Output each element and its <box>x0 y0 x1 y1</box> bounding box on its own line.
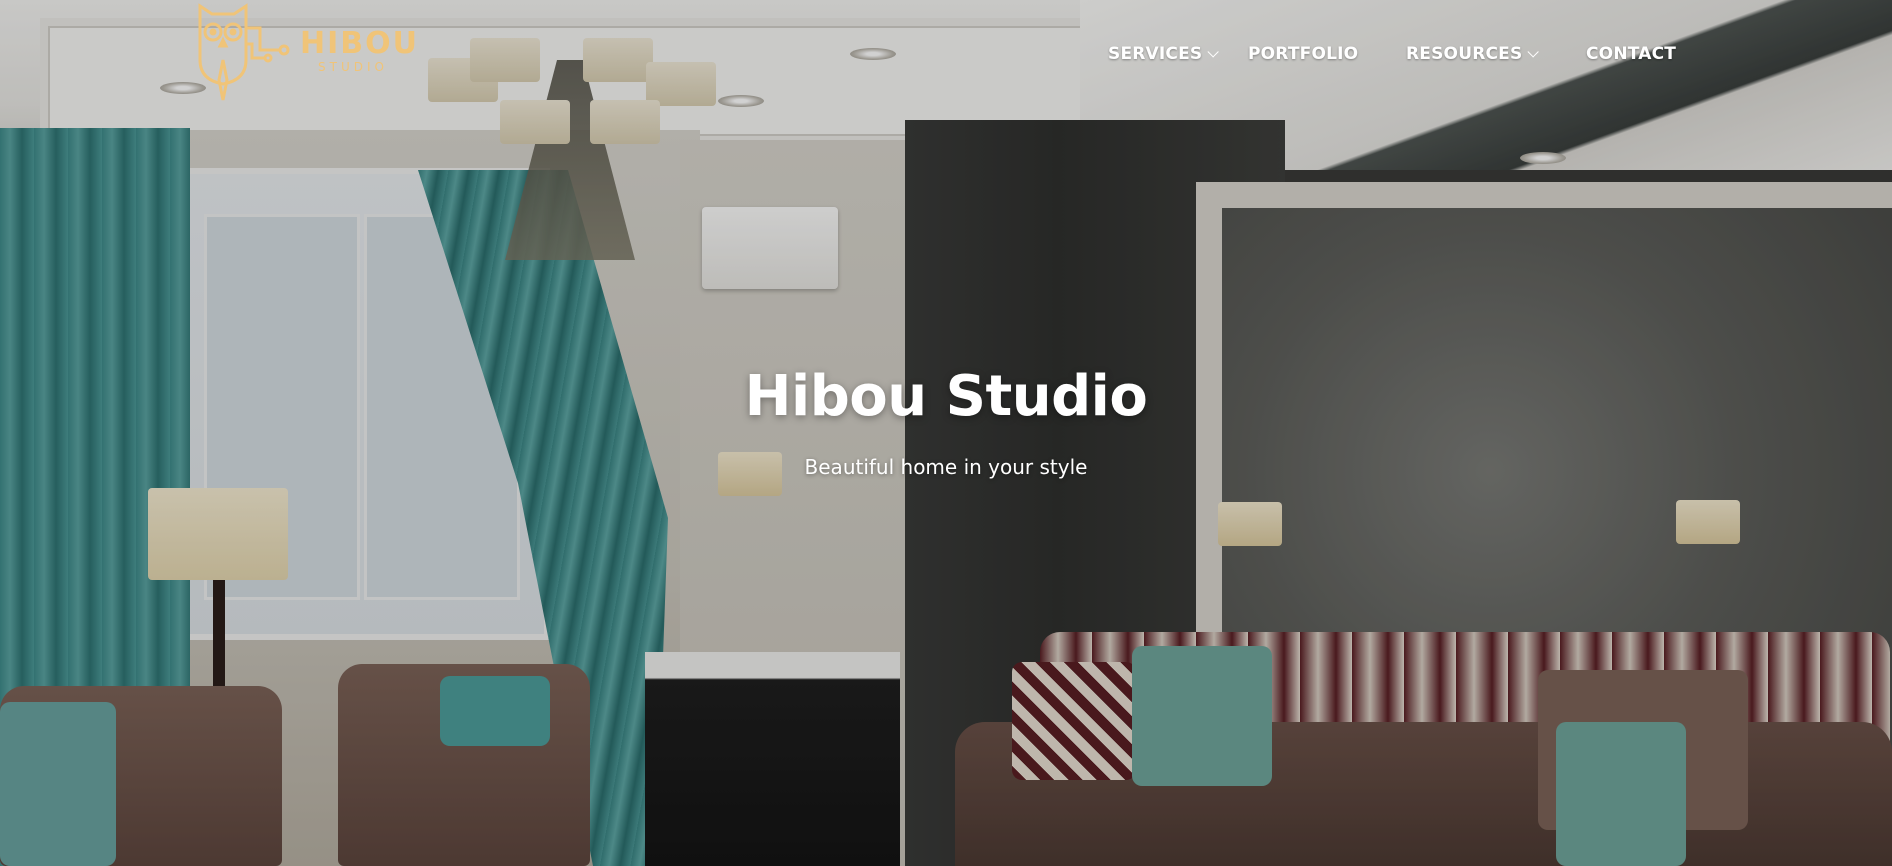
nav-resources[interactable]: RESOURCES <box>1406 44 1586 64</box>
nav-portfolio[interactable]: PORTFOLIO <box>1248 44 1406 64</box>
hero-section: HIBOU STUDIO SERVICES PORTFOLIO RESOURCE… <box>0 0 1892 866</box>
hero-dark-overlay <box>0 0 1892 866</box>
nav-services[interactable]: SERVICES <box>1108 44 1248 64</box>
nav-contact[interactable]: CONTACT <box>1586 44 1686 64</box>
owl-icon <box>198 3 290 101</box>
hero-subtitle: Beautiful home in your style <box>804 455 1088 479</box>
brand-tagline: STUDIO <box>318 60 388 74</box>
chevron-down-icon <box>1207 46 1220 58</box>
brand-name: HIBOU <box>300 26 419 61</box>
nav-contact-label: CONTACT <box>1586 44 1677 64</box>
nav-services-label: SERVICES <box>1108 44 1203 64</box>
hero-title: Hibou Studio <box>744 364 1148 429</box>
chevron-down-icon <box>1527 46 1540 58</box>
nav-portfolio-label: PORTFOLIO <box>1248 44 1359 64</box>
brand-logo[interactable]: HIBOU STUDIO <box>190 0 417 112</box>
main-navigation: SERVICES PORTFOLIO RESOURCES CONTACT <box>1108 42 1686 66</box>
nav-resources-label: RESOURCES <box>1406 44 1523 64</box>
